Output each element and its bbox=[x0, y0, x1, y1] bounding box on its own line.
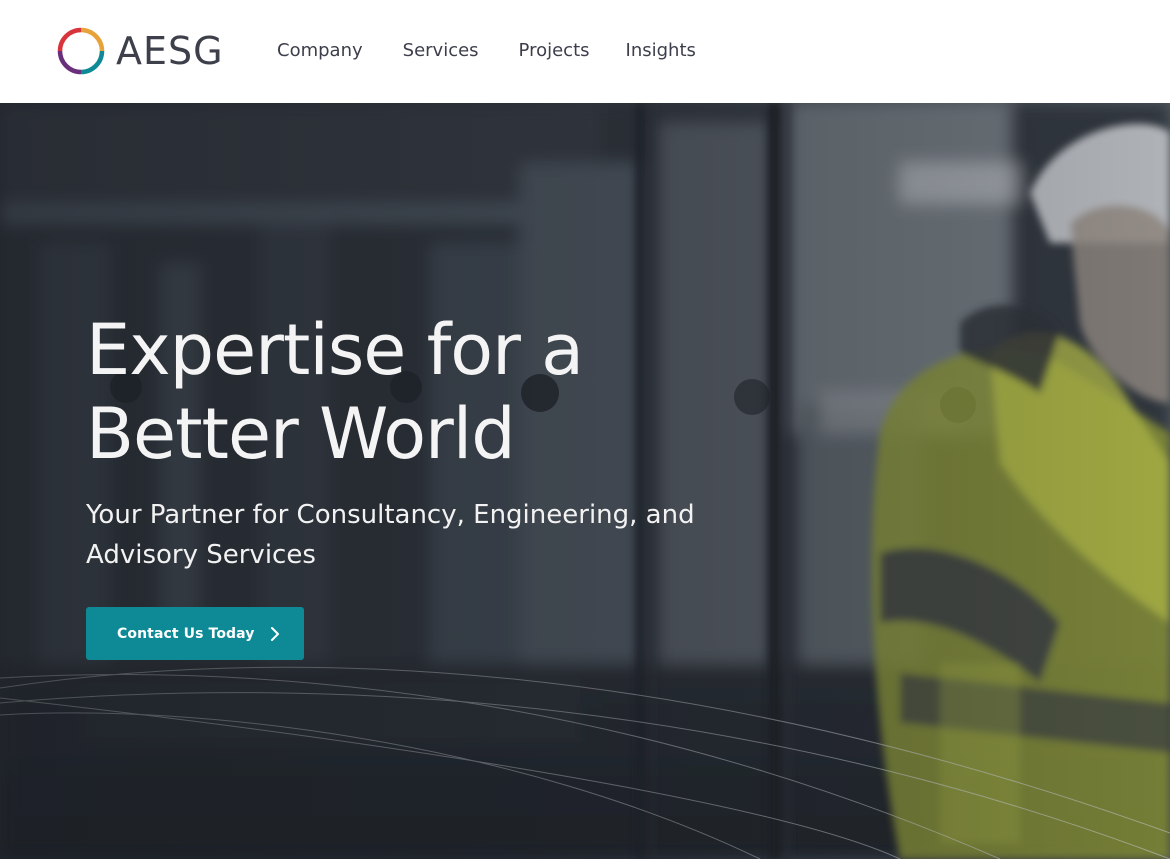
nav-item-projects[interactable]: Projects bbox=[519, 38, 590, 64]
nav-item-insights[interactable]: Insights bbox=[626, 38, 696, 64]
nav-item-company[interactable]: Company bbox=[277, 38, 363, 64]
hero-title-line: Expertise for a bbox=[86, 309, 584, 391]
contact-us-button[interactable]: Contact Us Today bbox=[86, 607, 304, 660]
brand-name: AESG bbox=[116, 29, 224, 73]
site-header: AESG Company Services Projects Insights bbox=[0, 0, 1170, 103]
hero-subtitle: Your Partner for Consultancy, Engineerin… bbox=[86, 495, 726, 575]
brand-logo[interactable]: AESG bbox=[56, 26, 224, 76]
hero-title: Expertise for a Better World bbox=[86, 308, 726, 476]
hero-title-line: Better World bbox=[86, 393, 516, 475]
hero-section: Expertise for a Better World Your Partne… bbox=[0, 103, 1170, 859]
logo-ring-icon bbox=[57, 27, 105, 75]
nav-item-services[interactable]: Services bbox=[403, 38, 479, 64]
chevron-right-icon bbox=[270, 626, 279, 641]
main-nav: Company Services Projects Insights bbox=[277, 38, 696, 64]
hero-subtitle-line: Your Partner for Consultancy, Engineerin… bbox=[86, 500, 695, 530]
hero-overlay bbox=[0, 103, 1170, 859]
hero-subtitle-line: Advisory Services bbox=[86, 540, 316, 570]
contact-us-label: Contact Us Today bbox=[117, 625, 255, 642]
